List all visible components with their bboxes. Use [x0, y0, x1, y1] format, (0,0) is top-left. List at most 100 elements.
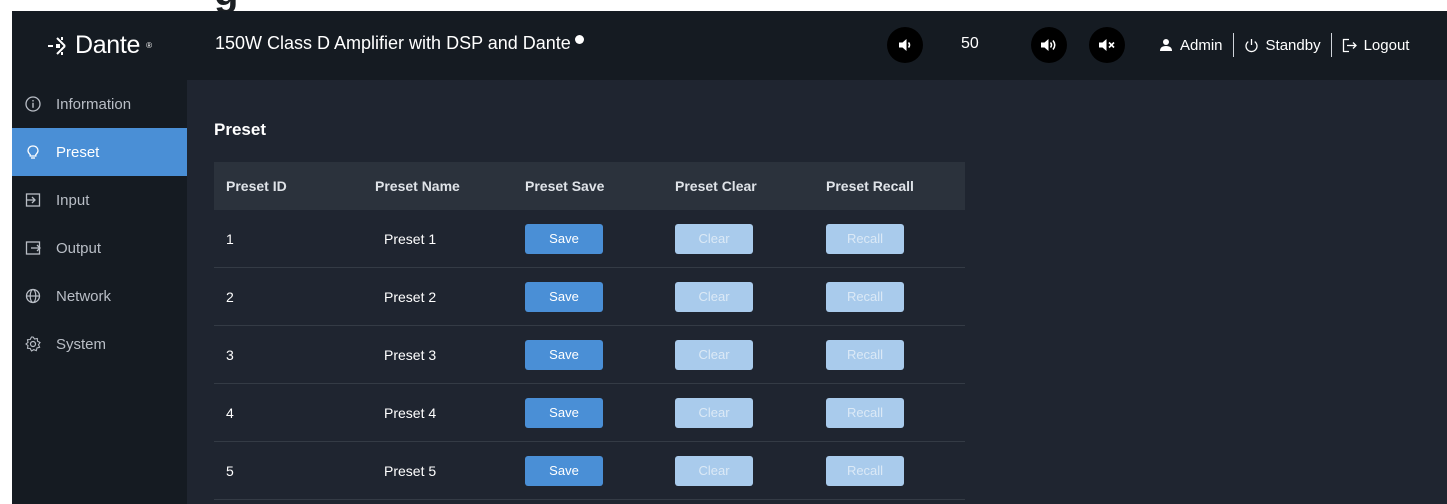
table-row: 1 Preset 1 Save Clear Recall	[214, 210, 965, 268]
logout-label: Logout	[1363, 36, 1410, 54]
column-header-preset-recall: Preset Recall	[826, 178, 914, 194]
brand-reg: ®	[146, 41, 153, 50]
sidebar-item-label: System	[56, 335, 107, 353]
clear-cell: Clear	[663, 397, 814, 428]
table-header: Preset ID Preset Name Preset Save Preset…	[214, 162, 965, 210]
output-icon	[24, 239, 42, 257]
clear-cell: Clear	[663, 281, 814, 312]
sidebar-item-system[interactable]: System	[12, 320, 187, 368]
recall-cell: Recall	[814, 223, 965, 254]
page-title: Preset	[214, 120, 266, 139]
clear-cell: Clear	[663, 339, 814, 370]
preset-name: Preset 3	[384, 346, 437, 363]
sidebar-item-label: Network	[56, 287, 112, 305]
preset-name: Preset 2	[384, 288, 437, 305]
save-cell: Save	[513, 223, 663, 254]
sidebar: Dante ® Information Preset Input Output …	[12, 11, 187, 504]
info-icon	[24, 95, 42, 113]
sidebar-item-label: Output	[56, 239, 102, 257]
logout-button[interactable]: Logout	[1342, 36, 1410, 54]
brand-logo: Dante ®	[12, 11, 187, 80]
input-icon	[24, 191, 42, 209]
device-title-text: 150W Class D Amplifier with DSP and Dant…	[215, 33, 571, 53]
volume-up-button[interactable]	[1031, 27, 1067, 63]
user-icon	[1160, 39, 1172, 51]
sidebar-nav: Information Preset Input Output Network …	[12, 80, 187, 368]
clear-button[interactable]: Clear	[675, 339, 753, 370]
volume-high-icon	[1041, 39, 1056, 51]
save-button[interactable]: Save	[525, 223, 603, 254]
title-remnant-text: g	[214, 0, 238, 11]
recall-button[interactable]: Recall	[826, 223, 904, 254]
dante-logo-icon	[47, 36, 66, 55]
preset-id: 1	[226, 230, 234, 247]
gear-icon	[24, 335, 42, 353]
main-content: Preset Preset ID Preset Name Preset Save…	[187, 80, 1447, 504]
sidebar-item-preset[interactable]: Preset	[12, 128, 187, 176]
standby-button[interactable]: Standby	[1244, 37, 1321, 54]
volume-value: 50	[961, 35, 979, 52]
app-window: Dante ® Information Preset Input Output …	[12, 11, 1447, 504]
recall-button[interactable]: Recall	[826, 455, 904, 486]
user-menu[interactable]: Admin	[1159, 37, 1223, 54]
mute-button[interactable]	[1089, 27, 1125, 63]
recall-button[interactable]: Recall	[826, 339, 904, 370]
logout-icon	[1342, 38, 1357, 52]
recall-cell: Recall	[814, 397, 965, 428]
sidebar-item-network[interactable]: Network	[12, 272, 187, 320]
preset-id: 2	[226, 288, 234, 305]
recall-cell: Recall	[814, 281, 965, 312]
volume-low-icon	[899, 39, 911, 51]
table-row: 4 Preset 4 Save Clear Recall	[214, 384, 965, 442]
sidebar-item-label: Preset	[56, 143, 100, 161]
cropped-title-remnant: g	[0, 0, 1447, 11]
globe-icon	[24, 287, 42, 305]
preset-id: 5	[226, 462, 234, 479]
user-name: Admin	[1180, 36, 1223, 54]
sidebar-item-label: Input	[56, 191, 90, 209]
sidebar-item-output[interactable]: Output	[12, 224, 187, 272]
clear-button[interactable]: Clear	[675, 455, 753, 486]
save-button[interactable]: Save	[525, 339, 603, 370]
standby-label: Standby	[1265, 36, 1321, 54]
save-button[interactable]: Save	[525, 397, 603, 428]
top-header: 150W Class D Amplifier with DSP and Dant…	[187, 11, 1447, 80]
column-header-preset-clear: Preset Clear	[675, 178, 757, 194]
user-actions: Admin Standby Logout	[1159, 33, 1410, 57]
save-cell: Save	[513, 455, 663, 486]
clear-cell: Clear	[663, 223, 814, 254]
sidebar-item-input[interactable]: Input	[12, 176, 187, 224]
volume-down-button[interactable]	[887, 27, 923, 63]
clear-button[interactable]: Clear	[675, 223, 753, 254]
recall-button[interactable]: Recall	[826, 281, 904, 312]
header-divider	[1330, 33, 1332, 57]
clear-cell: Clear	[663, 455, 814, 486]
clear-button[interactable]: Clear	[675, 397, 753, 428]
header-divider	[1232, 33, 1234, 57]
save-cell: Save	[513, 281, 663, 312]
column-header-preset-name: Preset Name	[375, 178, 460, 194]
brand-name: Dante	[74, 31, 141, 59]
recall-cell: Recall	[814, 455, 965, 486]
table-row: 5 Preset 5 Save Clear Recall	[214, 442, 965, 500]
save-button[interactable]: Save	[525, 281, 603, 312]
mute-icon	[1099, 39, 1115, 51]
save-button[interactable]: Save	[525, 455, 603, 486]
preset-id: 4	[226, 404, 234, 421]
preset-name: Preset 5	[384, 462, 437, 479]
recall-button[interactable]: Recall	[826, 397, 904, 428]
column-header-preset-save: Preset Save	[525, 178, 605, 194]
save-cell: Save	[513, 339, 663, 370]
table-row: 2 Preset 2 Save Clear Recall	[214, 268, 965, 326]
preset-name: Preset 4	[384, 404, 437, 421]
column-header-preset-id: Preset ID	[226, 178, 287, 194]
preset-id: 3	[226, 346, 234, 363]
save-cell: Save	[513, 397, 663, 428]
power-icon	[1244, 38, 1258, 52]
registered-mark-icon	[574, 35, 584, 44]
sidebar-item-information[interactable]: Information	[12, 80, 187, 128]
sidebar-item-label: Information	[56, 95, 132, 113]
recall-cell: Recall	[814, 339, 965, 370]
table-row: 3 Preset 3 Save Clear Recall	[214, 326, 965, 384]
clear-button[interactable]: Clear	[675, 281, 753, 312]
